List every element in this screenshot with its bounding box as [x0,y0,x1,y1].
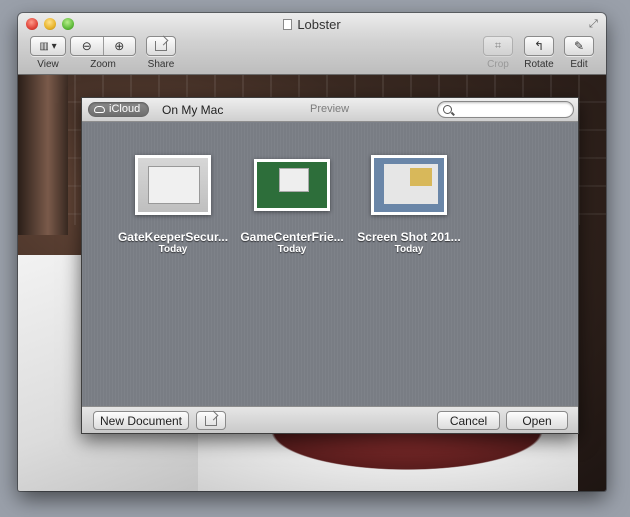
rotate-icon: ↰ [533,39,545,53]
file-name: Screen Shot 201... [357,230,461,244]
zoom-label: Zoom [90,59,116,70]
file-thumbnail [135,155,211,215]
background-wine-glass [18,75,68,235]
file-browser: GateKeeperSecur... Today GameCenterFrie.… [82,123,578,408]
file-date: Today [158,244,188,255]
icloud-tab[interactable]: iCloud [88,102,150,117]
search-icon [443,105,452,114]
file-date: Today [394,244,424,255]
file-name: GameCenterFrie... [240,230,344,244]
share-file-button[interactable] [196,411,226,430]
share-icon [205,415,217,426]
search-input[interactable] [456,103,568,116]
crop-button[interactable]: ⌗ [483,36,513,56]
toolbar: Lobster ⤢ ▥ ▾ View ⊖ ⊕ Zoom Share ⌗ Crop… [18,13,606,75]
zoom-segmented-control[interactable]: ⊖ ⊕ [70,36,136,56]
crop-icon: ⌗ [494,39,502,52]
on-my-mac-tab[interactable]: On My Mac [162,103,223,117]
fullscreen-icon[interactable]: ⤢ [589,19,600,30]
sheet-footer: New Document Cancel Open [82,406,578,433]
file-thumbnail [371,155,447,215]
cancel-button[interactable]: Cancel [437,411,500,430]
open-button[interactable]: Open [506,411,568,430]
file-thumbnail [254,159,330,211]
file-item[interactable]: Screen Shot 201... Today [350,155,468,255]
edit-label: Edit [570,59,588,70]
cloud-icon [94,106,105,113]
sidebar-view-icon: ▥ ▾ [39,40,57,52]
file-name: GateKeeperSecur... [117,230,229,244]
zoom-out-icon[interactable]: ⊖ [71,39,103,53]
share-label: Share [147,59,175,70]
share-button[interactable] [146,36,176,56]
pencil-icon: ✎ [573,39,585,53]
view-button[interactable]: ▥ ▾ [30,36,66,56]
search-field[interactable] [437,101,574,118]
zoom-in-icon[interactable]: ⊕ [103,39,135,53]
sheet-header: iCloud On My Mac Preview [82,98,578,122]
edit-button[interactable]: ✎ [564,36,594,56]
new-document-button[interactable]: New Document [93,411,189,430]
file-item[interactable]: GateKeeperSecur... Today [114,155,232,255]
file-date: Today [277,244,307,255]
open-document-sheet: iCloud On My Mac Preview GateKeeperSecur… [81,97,579,434]
window-title-text: Lobster [297,17,341,32]
icloud-tab-label: iCloud [109,103,141,115]
file-item[interactable]: GameCenterFrie... Today [233,155,351,255]
view-label: View [37,59,59,70]
window-title: Lobster [18,17,606,32]
rotate-label: Rotate [524,59,554,70]
app-name-label: Preview [310,103,350,115]
document-icon [283,19,293,30]
rotate-button[interactable]: ↰ [524,36,554,56]
crop-label: Crop [487,59,509,70]
share-icon [155,41,167,51]
